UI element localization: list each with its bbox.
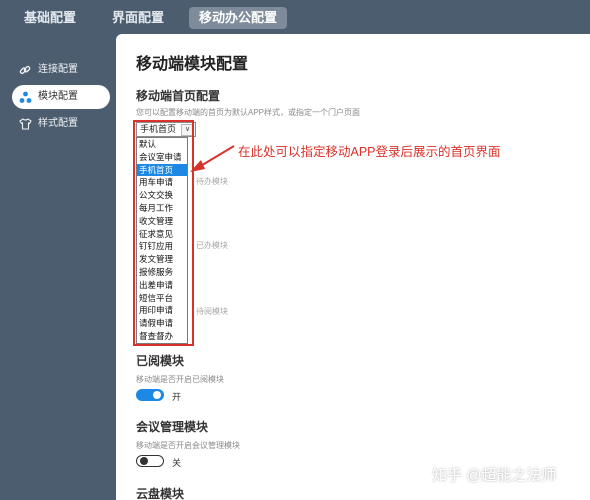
annotation-arrow: [190, 145, 235, 172]
watermark: 知乎 @超能之法师: [432, 467, 557, 484]
annotation-text: 在此处可以指定移动APP登录后展示的首页界面: [238, 145, 501, 159]
